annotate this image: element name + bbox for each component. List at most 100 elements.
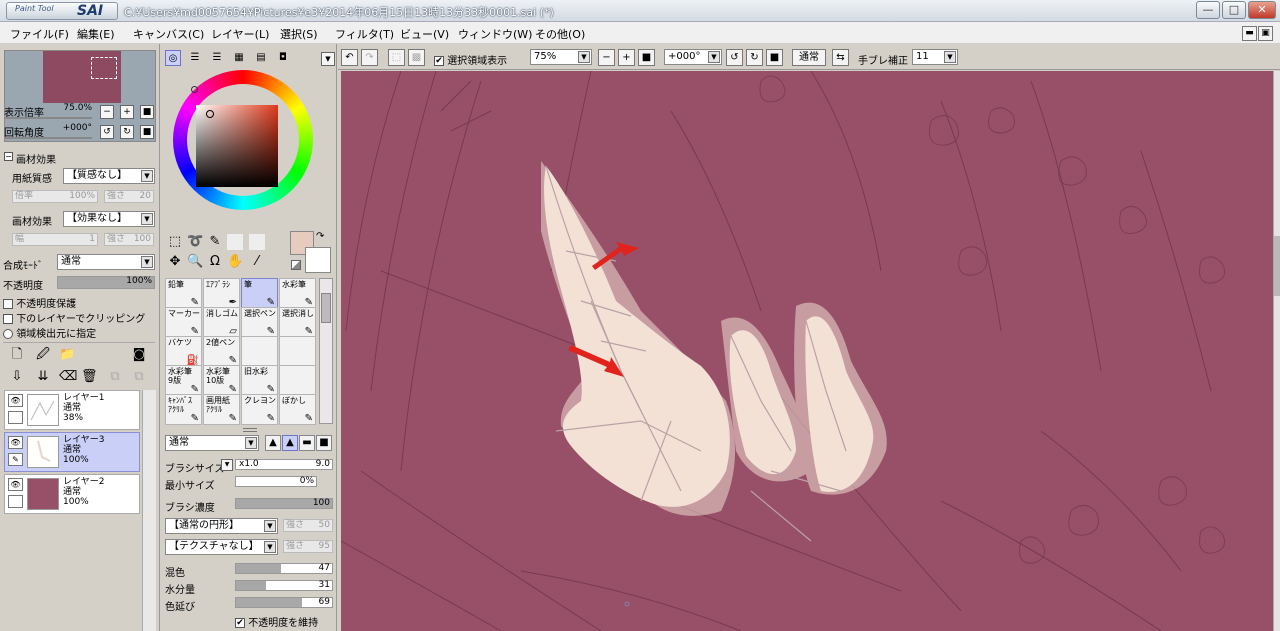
layer-row-1[interactable]: 👁 レイヤー1 通常 38% [4, 390, 140, 430]
new-folder-icon[interactable]: 📁 [59, 347, 75, 363]
layer-scrollbar[interactable] [142, 390, 156, 631]
effect-dropdown[interactable]: 【効果なし】 ▼ [63, 211, 155, 227]
rotate-right-button[interactable]: ↻ [120, 125, 134, 139]
keep-opacity-row[interactable]: ✔ 不透明度を維持 [235, 614, 318, 629]
rotation-dropdown[interactable]: +000° ▼ [664, 49, 722, 65]
transfer-down-icon[interactable]: ⇩ [9, 369, 25, 385]
shape-3-button[interactable]: ▬ [299, 435, 315, 451]
panel-menu-icon[interactable]: ▼ [321, 52, 335, 66]
selection-source-radio[interactable] [3, 329, 13, 339]
layer-mask-icon[interactable]: ◙ [131, 347, 147, 363]
menu-window[interactable]: ウィンドウ(W) [458, 26, 532, 42]
canvas-scroll-thumb[interactable] [1274, 236, 1280, 296]
merge-down-icon[interactable]: ⇊ [35, 369, 51, 385]
keep-opacity-checkbox[interactable]: ✔ [235, 618, 245, 628]
layer-row-2[interactable]: 👁 レイヤー2 通常 100% [4, 474, 140, 514]
menu-filter[interactable]: フィルタ(T) [335, 26, 394, 42]
stabilizer-dropdown[interactable]: 11 ▼ [912, 49, 958, 65]
swatch-tab-icon[interactable]: ▦ [231, 50, 247, 66]
scratchpad-tab-icon[interactable]: ▤ [253, 50, 269, 66]
rotate-reset-button[interactable]: ■ [140, 125, 154, 139]
zoom-in-button[interactable]: + [120, 105, 134, 119]
blend-mode-dropdown[interactable]: 通常 ▼ [57, 254, 155, 270]
new-vector-layer-icon[interactable]: 🖉 [35, 347, 51, 363]
splitter-handle[interactable] [243, 428, 257, 432]
menu-canvas[interactable]: キャンバス(C) [133, 26, 204, 42]
water-slider[interactable]: 31 [235, 580, 333, 591]
maximize-button[interactable]: □ [1222, 1, 1246, 19]
preserve-opacity-row[interactable]: 不透明度保護 [3, 295, 76, 310]
mdi-restore-button[interactable]: ▣ [1258, 26, 1273, 41]
swap-colors-icon[interactable]: ↷ [316, 231, 324, 242]
density-slider[interactable]: 100 [235, 498, 333, 509]
shape-2-button[interactable]: ▲ [282, 435, 298, 451]
layer-2-link-box[interactable] [8, 495, 23, 508]
rotate-ccw-button[interactable]: ↺ [726, 49, 743, 66]
zoom-out-button[interactable]: − [100, 105, 114, 119]
hsv-slider-tab-icon[interactable]: ☰ [209, 50, 225, 66]
tool-slot-9[interactable]: バケツ ⛽ [165, 336, 202, 367]
eye-icon[interactable]: 👁 [8, 394, 23, 407]
clipping-checkbox[interactable] [3, 314, 13, 324]
toolbar-zoom-in-button[interactable]: + [618, 49, 635, 66]
tool-slot-17[interactable]: ｷｬﾝﾊﾞｽ ｱｸﾘﾙ ✎ [165, 394, 202, 425]
canvas-vertical-scrollbar[interactable] [1273, 71, 1280, 631]
blend-slider[interactable]: 47 [235, 563, 333, 574]
toolbar-zoom-reset-button[interactable]: ■ [638, 49, 655, 66]
zoom-icon[interactable]: 🔍 [187, 254, 203, 270]
menu-file[interactable]: ファイル(F) [10, 26, 69, 42]
tool-slot-14[interactable]: 水彩筆 10版 ✎ [203, 365, 240, 396]
menu-layer[interactable]: レイヤー(L) [211, 26, 269, 42]
close-button[interactable]: ✕ [1248, 1, 1276, 19]
menu-select[interactable]: 選択(S) [280, 26, 318, 42]
selection-source-row[interactable]: 領域検出元に指定 [3, 325, 96, 340]
layer-row-3[interactable]: 👁 ✎ レイヤー3 通常 100% [4, 432, 140, 472]
min-size-slider[interactable]: 0% [235, 476, 317, 487]
extend-slider[interactable]: 69 [235, 597, 333, 608]
shape-4-button[interactable]: ■ [316, 435, 332, 451]
undo-button[interactable]: ↶ [341, 49, 358, 66]
rotate-left-button[interactable]: ↺ [100, 125, 114, 139]
rotate-icon[interactable]: Ω [207, 254, 223, 270]
flip-horizontal-button[interactable]: ⇆ [832, 49, 849, 66]
tool-slot-5[interactable]: マーカー ✎ [165, 307, 202, 338]
tool-slot-1[interactable]: 鉛筆 ✎ [165, 278, 202, 309]
tool-slot-2[interactable]: ｴｱﾌﾞﾗｼ ✒ [203, 278, 240, 309]
clipping-row[interactable]: 下のレイヤーでクリッピング [3, 310, 145, 325]
lasso-icon[interactable]: ➰ [187, 234, 203, 250]
eye-icon[interactable]: 👁 [8, 478, 23, 491]
clear-layer-icon[interactable]: ⌫ [59, 369, 77, 385]
size-menu-icon[interactable]: ▼ [221, 459, 233, 471]
tool-slot-19[interactable]: クレヨン ✎ [241, 394, 278, 425]
menu-other[interactable]: その他(O) [535, 26, 585, 42]
show-selection-row[interactable]: ✔ 選択領域表示 [434, 52, 507, 67]
transparent-color-icon[interactable] [291, 260, 301, 270]
hue-cursor[interactable] [191, 86, 198, 93]
hand-icon[interactable]: ✋ [227, 254, 243, 270]
rgb-slider-tab-icon[interactable]: ☰ [187, 50, 203, 66]
deselect-button[interactable]: ⬚ [388, 49, 405, 66]
collapse-icon[interactable]: − [4, 152, 13, 161]
shape-1-button[interactable]: ▲ [265, 435, 281, 451]
secondary-color-swatch[interactable] [305, 247, 331, 273]
move-icon[interactable]: ✥ [167, 254, 183, 270]
tool-slot-8[interactable]: 選択消し ✎ [279, 307, 316, 338]
redo-button[interactable]: ↷ [361, 49, 378, 66]
show-selection-checkbox[interactable]: ✔ [434, 56, 444, 66]
tool-slot-3[interactable]: 筆 ✎ [241, 278, 278, 309]
tool-slot-18[interactable]: 画用紙 ｱｸﾘﾙ ✎ [203, 394, 240, 425]
rect-select-icon[interactable]: ⬚ [167, 234, 183, 250]
preserve-opacity-checkbox[interactable] [3, 299, 13, 309]
opacity-slider[interactable]: 100% [57, 276, 155, 289]
tool-slot-13[interactable]: 水彩筆 9版 ✎ [165, 365, 202, 396]
brush-texture-dropdown[interactable]: 【テクスチャなし】 ▼ [165, 539, 278, 555]
mdi-minimize-button[interactable]: ▬ [1242, 26, 1257, 41]
eyedropper-icon[interactable]: ⁄ [249, 254, 265, 270]
tool-slot-15[interactable]: 旧水彩 ✎ [241, 365, 278, 396]
menu-edit[interactable]: 編集(E) [77, 26, 115, 42]
toolbar-zoom-out-button[interactable]: − [598, 49, 615, 66]
new-layer-icon[interactable]: 🗋 [9, 347, 25, 363]
layer-1-link-box[interactable] [8, 411, 23, 424]
rotate-reset-toolbar-button[interactable]: ■ [766, 49, 783, 66]
blend-mode-button[interactable]: 通常 [792, 49, 826, 66]
